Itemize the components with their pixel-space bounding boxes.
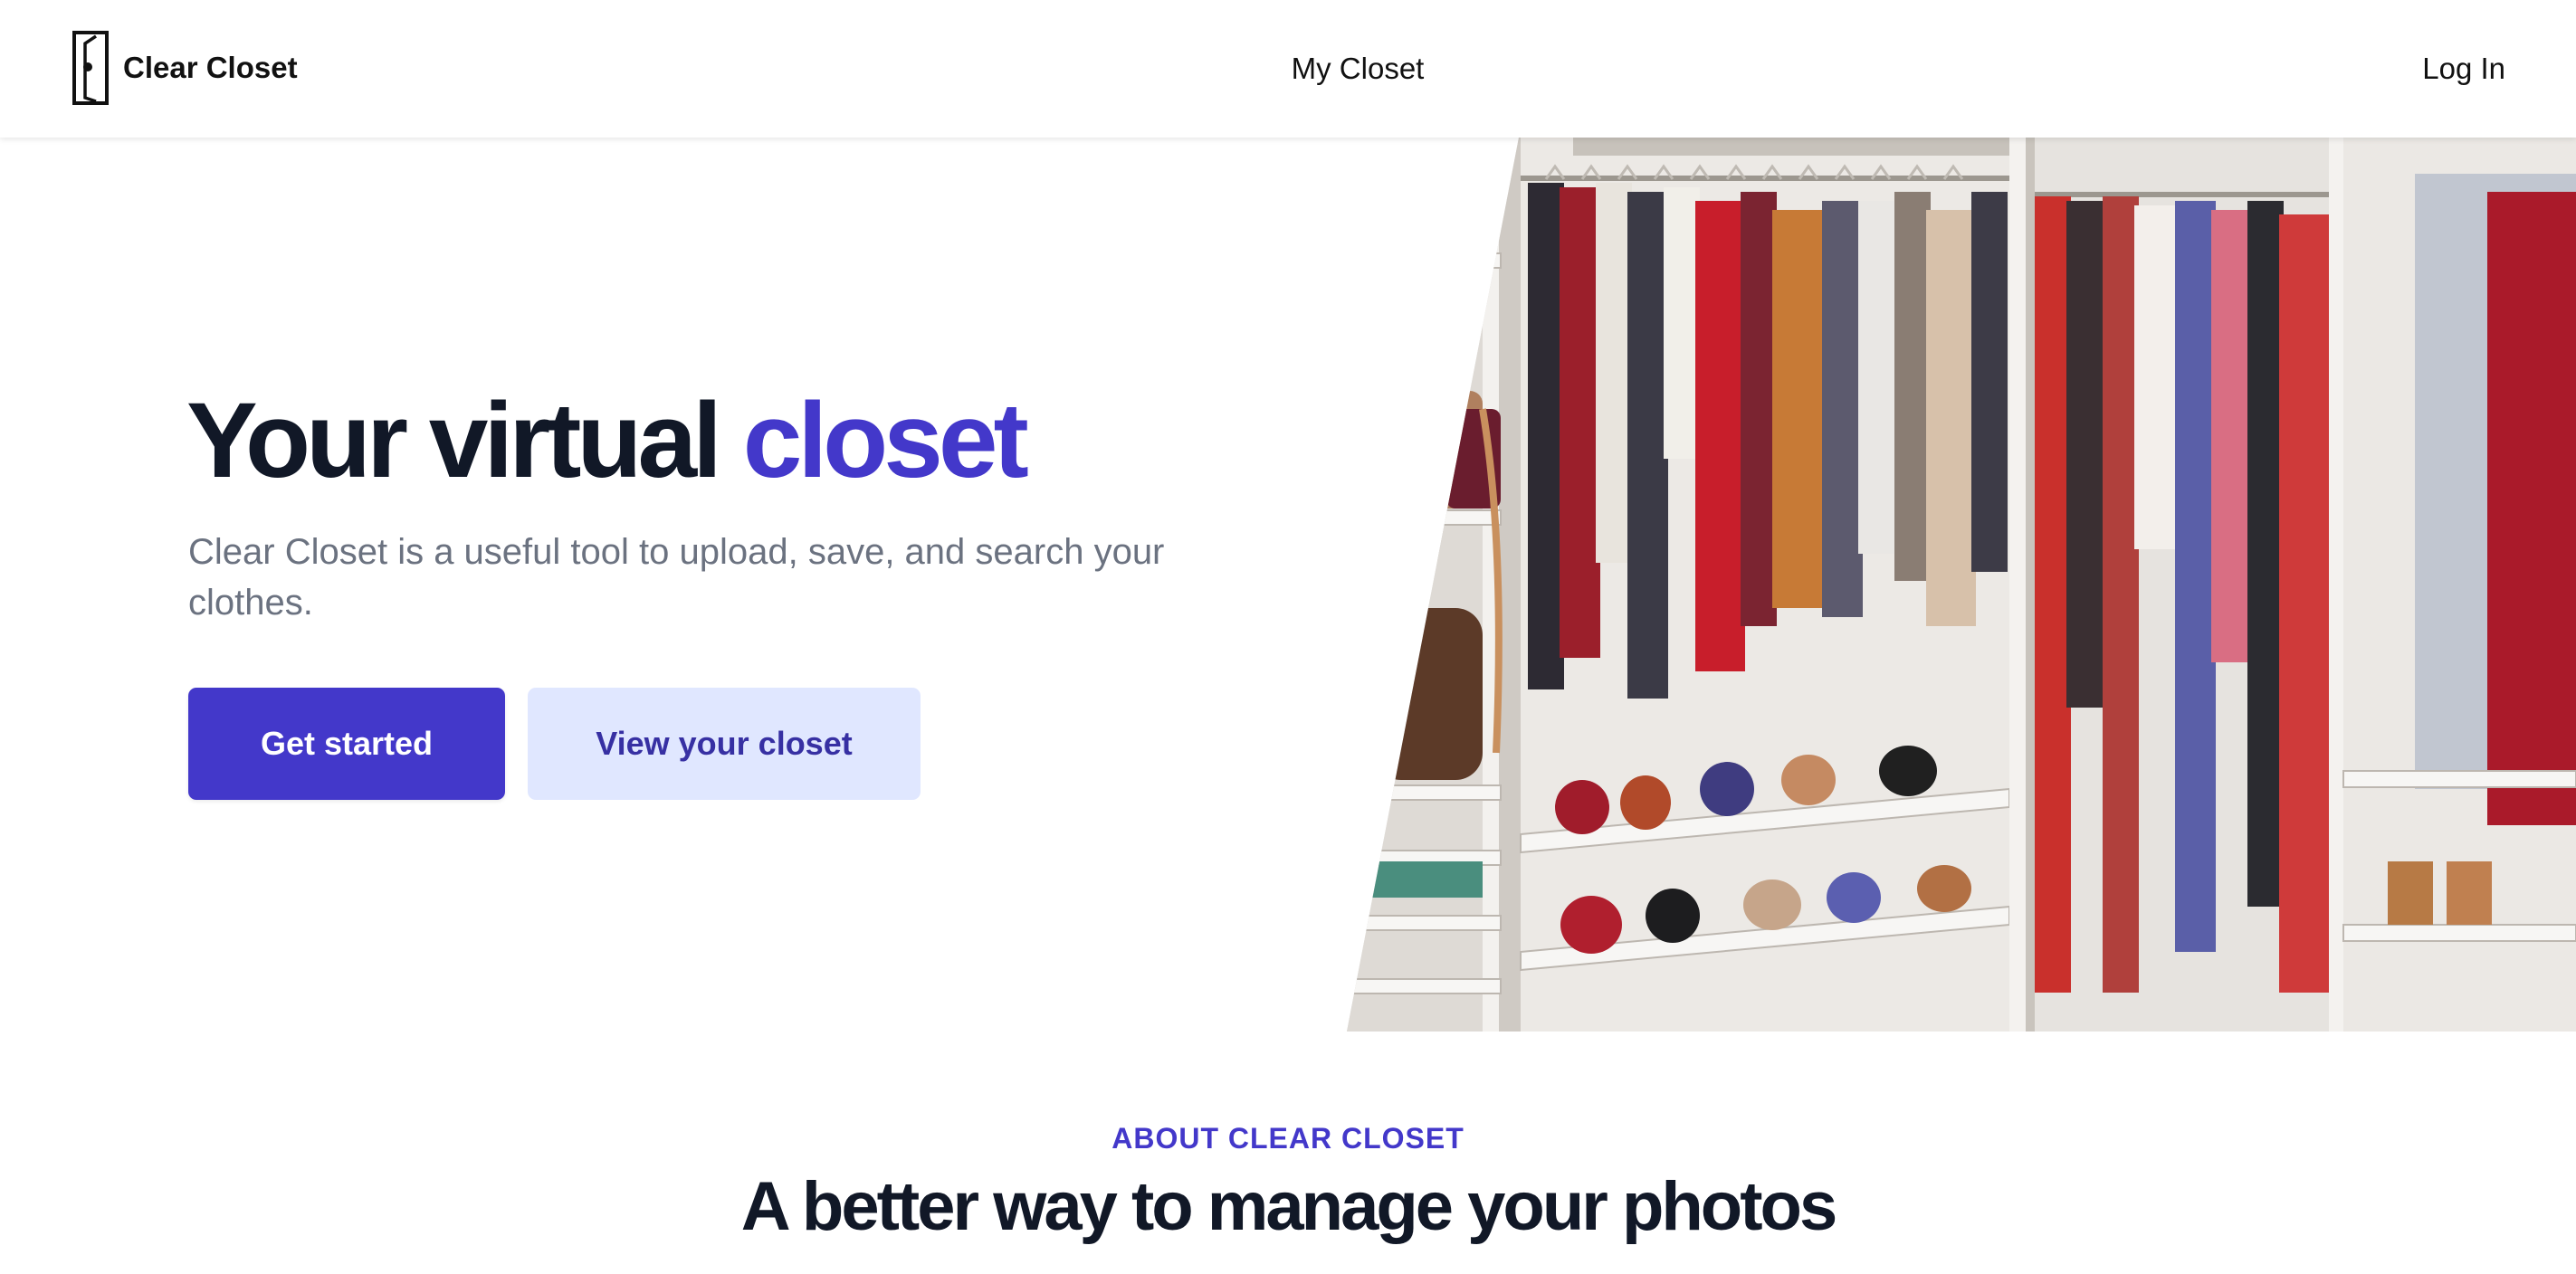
nav-my-closet[interactable]: My Closet [1177, 0, 1539, 138]
hero-title-main: Your virtual [186, 381, 743, 500]
brand-name: Clear Closet [123, 51, 298, 84]
about-eyebrow: ABOUT CLEAR CLOSET [1111, 1122, 1465, 1155]
hero-title-accent: closet [742, 381, 1029, 500]
closet-photo [1347, 138, 2576, 1032]
view-closet-button[interactable]: View your closet [528, 688, 921, 800]
closet-door-icon [72, 31, 109, 105]
about-title: A better way to manage your photos [740, 1168, 1837, 1245]
hero-title: Your virtual closet [186, 373, 1029, 509]
get-started-button[interactable]: Get started [188, 688, 505, 800]
nav-log-in[interactable]: Log In [2422, 0, 2505, 138]
hero-closet-image [1347, 138, 2576, 1032]
site-header: Clear Closet My Closet Log In [0, 0, 2576, 138]
logo-link[interactable]: Clear Closet [72, 24, 298, 111]
hero-subtitle: Clear Closet is a useful tool to upload,… [188, 532, 1165, 623]
